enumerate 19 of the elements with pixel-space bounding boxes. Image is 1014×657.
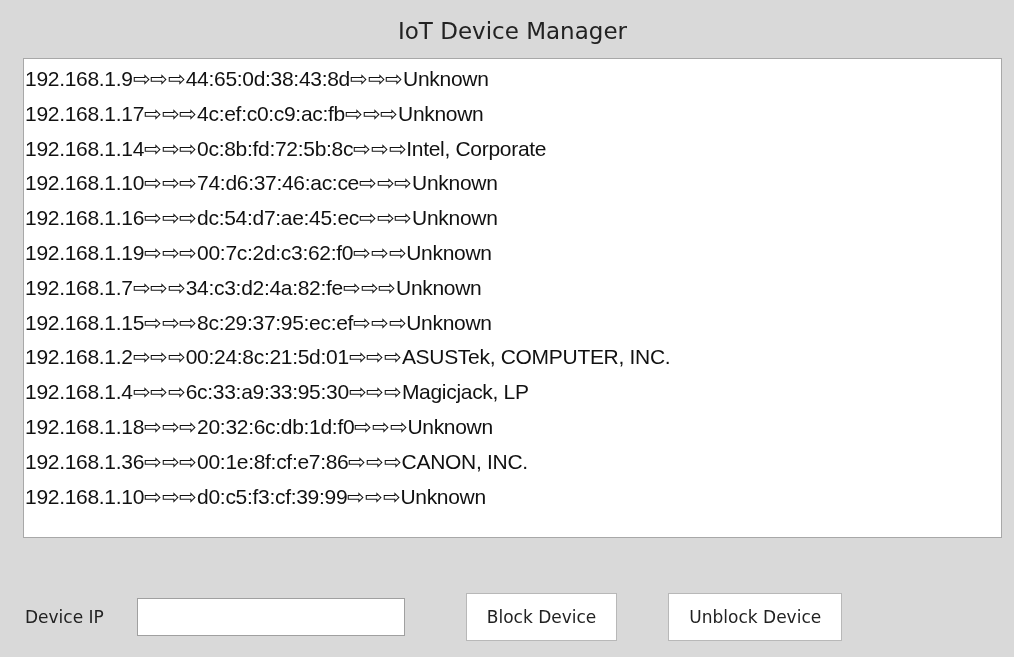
device-row[interactable]: 192.168.1.10⇨⇨⇨d0:c5:f3:cf:39:99⇨⇨⇨Unknown — [25, 479, 1001, 515]
block-button[interactable]: Block Device — [465, 593, 618, 641]
window-title: IoT Device Manager — [397, 17, 628, 46]
device-row[interactable]: 192.168.1.9⇨⇨⇨44:65:0d:38:43:8d⇨⇨⇨Unknown — [25, 62, 1001, 97]
device-row[interactable]: 192.168.1.18⇨⇨⇨20:32:6c:db:1d:f0⇨⇨⇨Unknown — [25, 409, 1001, 445]
device-row[interactable]: 192.168.1.15⇨⇨⇨8c:29:37:95:ec:ef⇨⇨⇨Unknown — [25, 305, 1001, 341]
device-row[interactable]: 192.168.1.14⇨⇨⇨0c:8b:fd:72:5b:8c⇨⇨⇨Intel, Corporate — [25, 131, 1001, 167]
device-ip-label: Device IP — [25, 607, 104, 627]
device-row[interactable]: 192.168.1.7⇨⇨⇨34:c3:d2:4a:82:fe⇨⇨⇨Unknown — [25, 270, 1001, 306]
device-row[interactable]: 192.168.1.16⇨⇨⇨dc:54:d7:ae:45:ec⇨⇨⇨Unknown — [25, 201, 1001, 236]
device-row[interactable]: 192.168.1.10⇨⇨⇨74:d6:37:46:ac:ce⇨⇨⇨Unknown — [25, 166, 1001, 202]
device-row[interactable]: 192.168.1.2⇨⇨⇨00:24:8c:21:5d:01⇨⇨⇨ASUSTek, COMPUTER, INC. — [25, 340, 1001, 376]
unblock-button[interactable]: Unblock Device — [668, 593, 843, 641]
device-row[interactable]: 192.168.1.4⇨⇨⇨6c:33:a9:33:95:30⇨⇨⇨Magicjack, LP — [25, 375, 1001, 410]
device-row[interactable]: 192.168.1.36⇨⇨⇨00:1e:8f:cf:e7:86⇨⇨⇨CANON, INC. — [25, 444, 1001, 480]
device-row[interactable]: 192.168.1.19⇨⇨⇨00:7c:2d:c3:62:f0⇨⇨⇨Unknown — [25, 236, 1001, 271]
device-ip-field[interactable] — [136, 598, 405, 636]
device-row[interactable]: 192.168.1.17⇨⇨⇨4c:ef:c0:c9:ac:fb⇨⇨⇨Unknown — [25, 96, 1001, 132]
device-list[interactable] — [23, 58, 1002, 538]
